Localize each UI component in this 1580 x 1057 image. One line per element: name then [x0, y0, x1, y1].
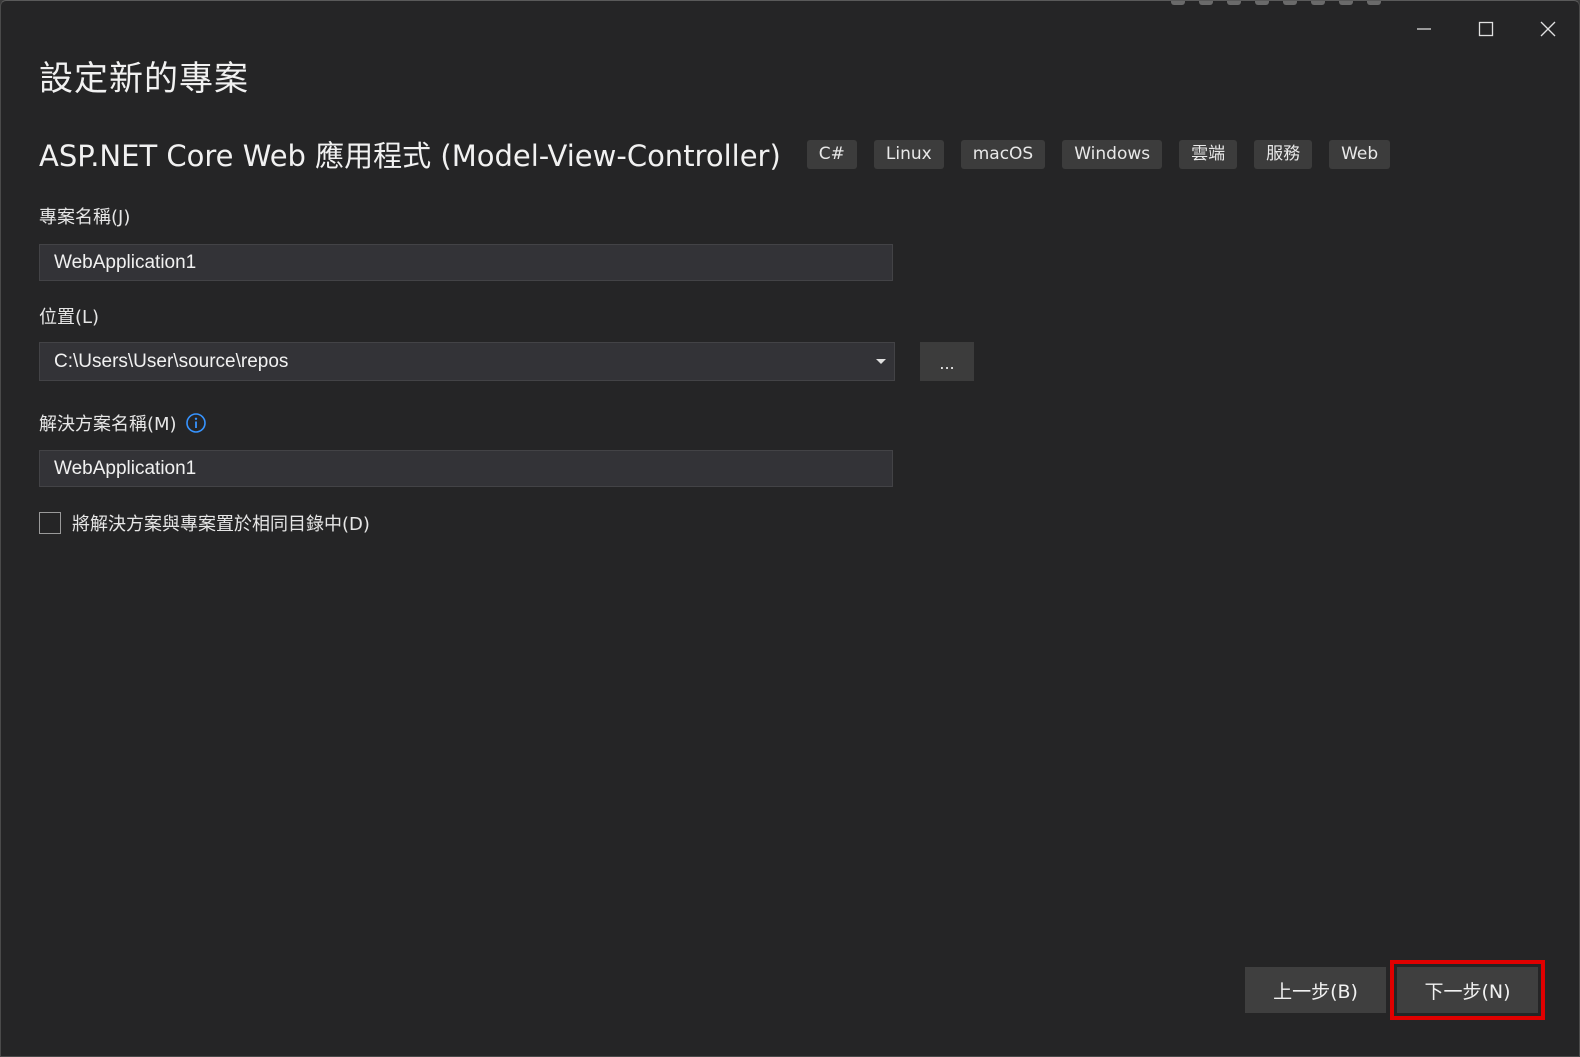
template-tags: C# Linux macOS Windows 雲端 服務 Web: [806, 139, 1391, 169]
browse-button[interactable]: ...: [920, 342, 974, 381]
solution-name-label: 解決方案名稱(M): [39, 414, 177, 435]
location-combobox[interactable]: C:\Users\User\source\repos: [39, 342, 895, 381]
same-directory-label[interactable]: 將解決方案與專案置於相同目錄中(D): [72, 510, 370, 536]
tag-service: 服務: [1254, 139, 1313, 169]
back-button[interactable]: 上一步(B): [1245, 967, 1386, 1013]
project-name-label: 專案名稱(J): [39, 207, 131, 228]
info-icon[interactable]: [185, 412, 207, 434]
project-name-input[interactable]: [39, 244, 893, 281]
next-button[interactable]: 下一步(N): [1390, 960, 1545, 1020]
close-icon: [1540, 21, 1556, 37]
minimize-icon: [1417, 28, 1431, 30]
maximize-button[interactable]: [1455, 9, 1517, 49]
tag-windows: Windows: [1062, 139, 1163, 169]
tag-cloud: 雲端: [1179, 139, 1238, 169]
location-value[interactable]: C:\Users\User\source\repos: [40, 351, 868, 373]
page-title: 設定新的專案: [39, 59, 249, 99]
background-toolbar-strip: [1171, 1, 1491, 7]
close-button[interactable]: [1517, 9, 1579, 49]
tag-csharp: C#: [806, 139, 857, 169]
maximize-icon: [1478, 21, 1494, 37]
tag-web: Web: [1329, 139, 1391, 169]
tag-macos: macOS: [960, 139, 1046, 169]
same-directory-option[interactable]: 將解決方案與專案置於相同目錄中(D): [39, 510, 370, 536]
location-label: 位置(L): [39, 307, 100, 328]
solution-name-label-row: 解決方案名稱(M): [39, 410, 207, 436]
tag-linux: Linux: [873, 139, 944, 169]
create-project-dialog: 設定新的專案 ASP.NET Core Web 應用程式 (Model-View…: [0, 0, 1580, 1057]
solution-name-input[interactable]: [39, 450, 893, 487]
dropdown-arrow-icon[interactable]: [868, 358, 894, 365]
minimize-button[interactable]: [1393, 9, 1455, 49]
window-controls: [1393, 9, 1579, 49]
same-directory-checkbox[interactable]: [39, 512, 61, 534]
template-name: ASP.NET Core Web 應用程式 (Model-View-Contro…: [39, 139, 781, 173]
template-header: ASP.NET Core Web 應用程式 (Model-View-Contro…: [39, 133, 1391, 175]
